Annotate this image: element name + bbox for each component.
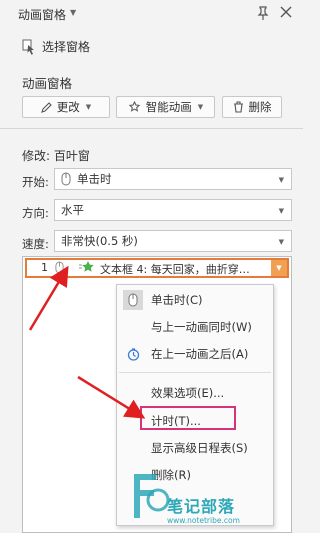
- annotation-arrows: [28, 265, 146, 419]
- watermark-url: www.notetribe.com: [167, 516, 240, 525]
- arrow-to-list-item: [28, 265, 69, 331]
- arrow-to-timing: [77, 375, 146, 419]
- watermark-logo-icon: [134, 474, 170, 518]
- watermark-text: 笔记部落: [167, 497, 236, 516]
